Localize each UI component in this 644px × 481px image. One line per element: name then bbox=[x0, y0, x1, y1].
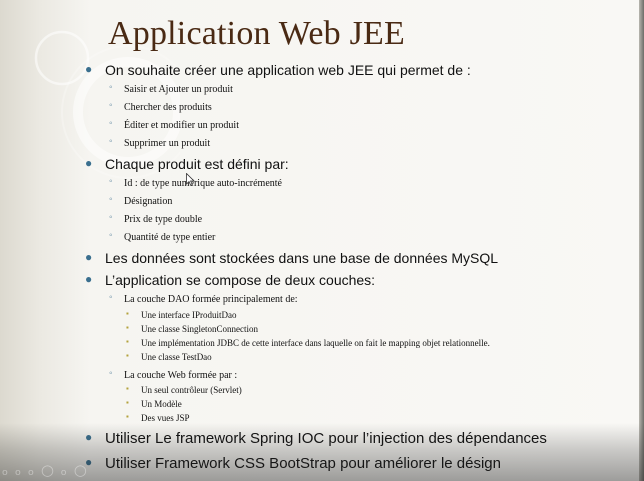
sub-bullet-text: Saisir et Ajouter un produit bbox=[124, 84, 233, 95]
sub-bullet-marker: ◦ bbox=[109, 100, 113, 111]
sub-sub-bullet-text: Des vues JSP bbox=[141, 413, 190, 423]
sub-bullet-text: La couche Web formée par : bbox=[124, 370, 238, 381]
sub-bullet-item: ◦ Quantité de type entier bbox=[109, 230, 216, 243]
bullet-marker: ● bbox=[85, 250, 93, 264]
sub-bullet-item: ◦ La couche Web formée par : bbox=[109, 368, 238, 381]
bullet-item: ● Chaque produit est défini par: bbox=[85, 156, 289, 172]
sub-bullet-item: ◦ Éditer et modifier un produit bbox=[109, 118, 239, 131]
bullet-text: Utiliser Le framework Spring IOC pour l’… bbox=[105, 430, 547, 447]
bullet-marker: ● bbox=[85, 62, 93, 76]
sub-sub-bullet-item: ▪ Une interface IProduitDao bbox=[126, 309, 237, 320]
sub-sub-bullet-marker: ▪ bbox=[126, 337, 129, 346]
bullet-item: ● Utiliser Le framework Spring IOC pour l… bbox=[85, 430, 547, 447]
sub-bullet-text: Supprimer un produit bbox=[124, 138, 211, 149]
sub-bullet-marker: ◦ bbox=[109, 118, 113, 129]
bullet-item: ● Les données sont stockées dans une base… bbox=[85, 250, 499, 266]
sub-bullet-marker: ◦ bbox=[109, 82, 113, 93]
sub-bullet-item: ◦ Supprimer un produit bbox=[109, 136, 211, 149]
sub-sub-bullet-text: Une implémentation JDBC de cette interfa… bbox=[141, 338, 490, 348]
bullet-text: Utiliser Framework CSS BootStrap pour am… bbox=[105, 455, 501, 472]
sub-sub-bullet-marker: ▪ bbox=[126, 351, 129, 360]
sub-bullet-marker: ◦ bbox=[109, 176, 113, 187]
bullet-marker: ● bbox=[85, 455, 93, 469]
sub-sub-bullet-item: ▪ Une classe TestDao bbox=[126, 351, 212, 362]
sub-sub-bullet-item: ▪ Un seul contrôleur (Servlet) bbox=[126, 384, 242, 395]
sub-sub-bullet-text: Une interface IProduitDao bbox=[141, 310, 237, 320]
sub-bullet-item: ◦ Désignation bbox=[109, 194, 173, 207]
bullet-marker: ● bbox=[85, 156, 93, 170]
sub-sub-bullet-text: Un seul contrôleur (Servlet) bbox=[141, 385, 242, 395]
sub-sub-bullet-marker: ▪ bbox=[126, 384, 129, 393]
sub-bullet-text: Chercher des produits bbox=[124, 102, 212, 113]
sub-bullet-marker: ◦ bbox=[109, 136, 113, 147]
bullet-item: ● On souhaite créer une application web J… bbox=[85, 62, 471, 78]
sub-sub-bullet-text: Un Modèle bbox=[141, 399, 182, 409]
sub-bullet-marker: ◦ bbox=[109, 292, 113, 303]
sub-bullet-text: Désignation bbox=[124, 196, 173, 207]
sub-sub-bullet-item: ▪ Une classe SingletonConnection bbox=[126, 323, 258, 334]
sub-bullet-text: Id : de type numérique auto-incrémenté bbox=[124, 178, 282, 189]
sub-sub-bullet-item: ▪ Des vues JSP bbox=[126, 412, 190, 423]
sub-bullet-item: ◦ Saisir et Ajouter un produit bbox=[109, 82, 233, 95]
bullet-marker: ● bbox=[85, 272, 93, 286]
sub-sub-bullet-marker: ▪ bbox=[126, 323, 129, 332]
bullet-item: ● L’application se compose de deux couche… bbox=[85, 272, 376, 288]
presentation-slide: Application Web JEE ● On souhaite créer u… bbox=[0, 0, 644, 481]
sub-bullet-marker: ◦ bbox=[109, 194, 113, 205]
sub-bullet-text: Éditer et modifier un produit bbox=[124, 120, 239, 131]
sub-bullet-item: ◦ Id : de type numérique auto-incrémenté bbox=[109, 176, 282, 189]
sub-bullet-text: Prix de type double bbox=[124, 214, 203, 225]
sub-bullet-text: La couche DAO formée principalement de: bbox=[124, 294, 298, 305]
bullet-text: Les données sont stockées dans une base … bbox=[105, 250, 499, 266]
sub-bullet-text: Quantité de type entier bbox=[124, 232, 216, 243]
sub-sub-bullet-text: Une classe SingletonConnection bbox=[141, 324, 258, 334]
slide-content: ● On souhaite créer une application web J… bbox=[0, 0, 644, 481]
sub-bullet-marker: ◦ bbox=[109, 230, 113, 241]
sub-bullet-item: ◦ La couche DAO formée principalement de: bbox=[109, 292, 298, 305]
sub-bullet-marker: ◦ bbox=[109, 212, 113, 223]
sub-sub-bullet-marker: ▪ bbox=[126, 398, 129, 407]
sub-sub-bullet-marker: ▪ bbox=[126, 412, 129, 421]
bullet-marker: ● bbox=[85, 430, 93, 444]
sub-bullet-marker: ◦ bbox=[109, 368, 113, 379]
sub-sub-bullet-marker: ▪ bbox=[126, 309, 129, 318]
bullet-text: Chaque produit est défini par: bbox=[105, 156, 289, 172]
sub-sub-bullet-text: Une classe TestDao bbox=[141, 352, 212, 362]
sub-sub-bullet-item: ▪ Une implémentation JDBC de cette interf… bbox=[126, 337, 490, 348]
sub-bullet-item: ◦ Chercher des produits bbox=[109, 100, 212, 113]
sub-sub-bullet-item: ▪ Un Modèle bbox=[126, 398, 182, 409]
bullet-text: On souhaite créer une application web JE… bbox=[105, 62, 471, 78]
bullet-item: ● Utiliser Framework CSS BootStrap pour a… bbox=[85, 455, 501, 472]
sub-bullet-item: ◦ Prix de type double bbox=[109, 212, 203, 225]
bullet-text: L’application se compose de deux couches… bbox=[105, 272, 376, 288]
